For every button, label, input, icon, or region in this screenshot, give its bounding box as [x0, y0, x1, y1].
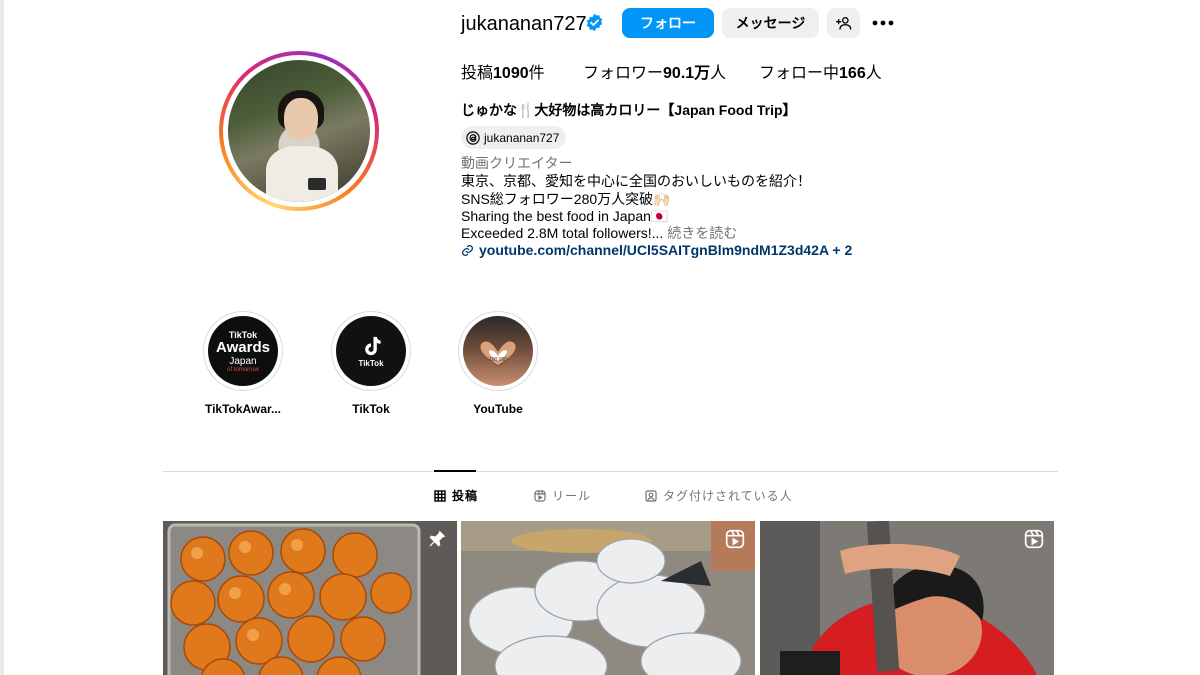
highlight-tiktok-awards[interactable]: TikTok Awards Japan of tomorrow [203, 311, 283, 391]
tabs-divider [163, 471, 1058, 472]
highlight-label: TikTok [352, 402, 390, 416]
reels-icon [534, 490, 546, 502]
tab-posts[interactable]: 投稿 [434, 488, 478, 504]
avatar[interactable] [228, 60, 370, 202]
post-thumbnail[interactable] [760, 521, 1054, 675]
highlight-cover: TikTok Awards Japan of tomorrow [208, 316, 278, 386]
reel-icon [1024, 529, 1044, 549]
post-image [461, 521, 755, 675]
add-person-icon [835, 17, 851, 30]
message-button[interactable]: メッセージ [722, 8, 819, 38]
more-options-icon[interactable] [870, 12, 896, 34]
follow-button[interactable]: フォロー [622, 8, 714, 38]
threads-badge[interactable]: jukananan727 [461, 126, 567, 149]
profile-avatar-story-ring[interactable] [219, 51, 379, 211]
post-image [760, 521, 1054, 675]
highlight-cover: 100,000 [463, 316, 533, 386]
tab-reels[interactable]: リール [534, 488, 591, 504]
bio-line: SNS総フォロワー280万人突破🙌🏻 [461, 191, 671, 207]
bio-line: 東京、京都、愛知を中心に全国のおいしいものを紹介！ [461, 173, 811, 189]
post-thumbnail[interactable] [461, 521, 755, 675]
suggested-users-button[interactable] [827, 8, 860, 38]
tagged-person-icon [645, 490, 657, 502]
read-more-link[interactable]: 続きを読む [667, 225, 737, 241]
highlight-label: TikTokAwar... [204, 402, 282, 416]
post-image [163, 521, 457, 675]
reel-icon [725, 529, 745, 549]
tiktok-logo-icon [365, 336, 381, 355]
profile-username: jukananan727 [461, 13, 587, 35]
highlight-tiktok[interactable]: TikTok [331, 311, 411, 391]
following-count[interactable]: フォロー中166人 [759, 64, 882, 84]
posts-count: 投稿1090件 [461, 65, 545, 82]
highlight-label: YouTube [473, 402, 523, 416]
followers-count[interactable]: フォロワー90.1万人 [583, 64, 726, 84]
tab-tagged[interactable]: タグ付けされている人 [645, 488, 793, 504]
highlight-cover: TikTok [336, 316, 406, 386]
grid-icon [434, 490, 446, 502]
pinned-icon [429, 530, 446, 547]
hands-heart-icon [479, 340, 517, 367]
threads-handle: jukananan727 [484, 130, 560, 145]
post-thumbnail[interactable] [163, 521, 457, 675]
threads-icon [466, 130, 480, 145]
profile-full-name: じゅかな🍴大好物は高カロリー【Japan Food Trip】 [461, 102, 797, 118]
active-tab-indicator [434, 470, 476, 472]
external-link-text: youtube.com/channel/UCl5SAITgnBlm9ndM1Z3… [479, 242, 853, 258]
profile-category: 動画クリエイター [461, 155, 573, 171]
bio-line-truncated: Exceeded 2.8M total followers!... 続きを読む [461, 225, 738, 241]
link-icon [462, 244, 473, 256]
highlight-youtube[interactable]: 100,000 [458, 311, 538, 391]
verified-badge-icon [586, 13, 603, 32]
window-edge [0, 0, 4, 675]
bio-line: Sharing the best food in Japan🇯🇵 [461, 208, 669, 224]
external-link[interactable]: youtube.com/channel/UCl5SAITgnBlm9ndM1Z3… [461, 241, 852, 259]
